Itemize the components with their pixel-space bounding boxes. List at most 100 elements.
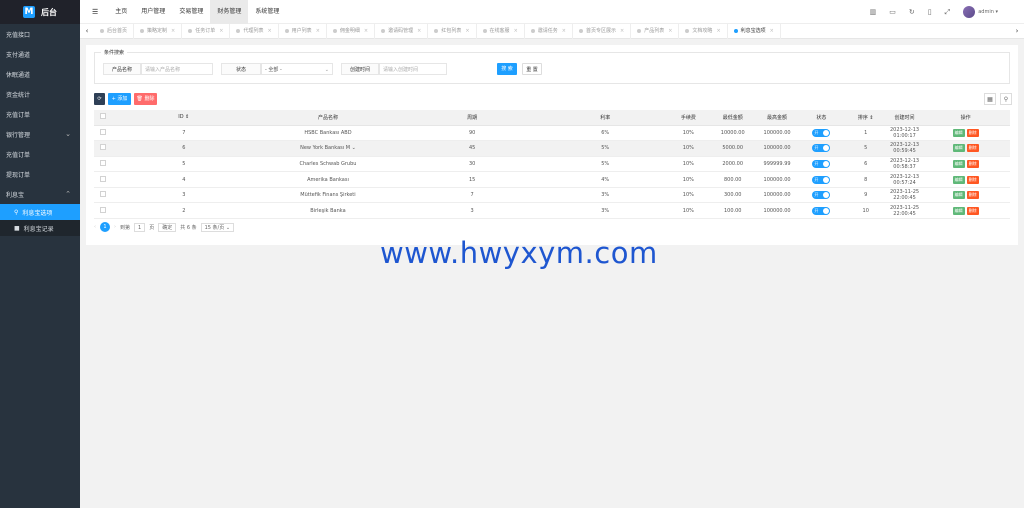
status-select[interactable]: - 全部 - ⌄ (261, 63, 333, 75)
row-checkbox[interactable] (99, 191, 106, 198)
close-icon[interactable]: × (267, 28, 271, 34)
edit-button[interactable]: 编辑 (952, 206, 965, 215)
tab-item[interactable]: 邀请码管理 × (375, 24, 429, 39)
tab-item[interactable]: 用户列表 × (279, 24, 327, 39)
refresh-button[interactable]: ⟳ (94, 93, 105, 105)
sidebar-subitem[interactable]: ⚲ 利息宝选项 (0, 204, 80, 220)
delete-row-button[interactable]: 删除 (966, 191, 979, 200)
close-icon[interactable]: × (716, 28, 720, 34)
status-switch[interactable]: 开 (812, 175, 831, 184)
row-checkbox-cell[interactable] (94, 202, 112, 220)
brand[interactable]: M 后台 (0, 0, 80, 24)
tabs-left-arrow-icon[interactable]: ‹ (80, 24, 94, 39)
menu-toggle-icon[interactable]: ☰ (92, 8, 98, 16)
user-menu[interactable]: admin ▾ (963, 6, 998, 18)
row-checkbox[interactable] (99, 175, 106, 182)
delete-row-button[interactable]: 删除 (966, 128, 979, 137)
mobile-icon[interactable]: ▯ (928, 8, 932, 16)
top-nav-item[interactable]: 财务管理 (210, 0, 249, 24)
tab-item[interactable]: 佣金明细 × (327, 24, 376, 39)
row-checkbox[interactable] (99, 159, 106, 166)
created-time-input[interactable]: 请输入创建时间 (379, 63, 447, 75)
close-icon[interactable]: × (668, 28, 672, 34)
tab-item[interactable]: 策略定制 × (134, 24, 183, 39)
tab-item[interactable]: 邀请任务 × (525, 24, 573, 39)
row-checkbox[interactable] (99, 128, 106, 135)
tab-item[interactable]: 在线客服 × (477, 24, 525, 39)
sidebar-item[interactable]: 利息宝 ⌃ (0, 184, 80, 204)
top-nav-item[interactable]: 主页 (108, 0, 134, 24)
goto-confirm-button[interactable]: 确定 (158, 222, 177, 232)
edit-button[interactable]: 编辑 (952, 128, 965, 137)
next-page-icon[interactable]: › (114, 224, 116, 230)
tab-item[interactable]: 任务订单 × (182, 24, 231, 39)
edit-button[interactable]: 编辑 (952, 191, 965, 200)
sidebar-item[interactable]: 银行管理 ⌄ (0, 124, 80, 144)
delete-row-button[interactable]: 删除 (966, 206, 979, 215)
sidebar-item[interactable]: 资金统计 (0, 84, 80, 104)
row-checkbox-cell[interactable] (94, 171, 112, 188)
row-checkbox-cell[interactable] (94, 187, 112, 204)
columns-icon[interactable]: ▦ (984, 93, 996, 105)
sidebar-item[interactable]: 提现订单 (0, 164, 80, 184)
add-button[interactable]: + 添加 (108, 93, 131, 105)
tab-item[interactable]: 文档攻略 × (679, 24, 728, 39)
row-checkbox-cell[interactable] (94, 156, 112, 173)
delete-row-button[interactable]: 删除 (966, 159, 979, 168)
search-icon[interactable]: ⚲ (1000, 93, 1012, 105)
tab-item[interactable]: 代理列表 × (230, 24, 279, 39)
sidebar-item[interactable]: 支付通道 (0, 44, 80, 64)
tabs-right-arrow-icon[interactable]: › (1010, 24, 1024, 39)
page-current[interactable]: 1 (100, 222, 110, 232)
status-switch[interactable]: 开 (812, 191, 831, 200)
row-checkbox[interactable] (99, 144, 106, 151)
top-nav-item[interactable]: 用户管理 (134, 0, 172, 24)
close-icon[interactable]: × (171, 28, 175, 34)
goto-page-input[interactable]: 1 (134, 222, 146, 232)
status-switch[interactable]: 开 (812, 128, 831, 137)
top-nav-item[interactable]: 系统管理 (248, 0, 286, 24)
close-icon[interactable]: × (364, 28, 368, 34)
chart-icon[interactable]: ▥ (870, 8, 877, 16)
close-icon[interactable]: × (316, 28, 320, 34)
sidebar-subitem[interactable]: ■ 利息宝记录 (0, 220, 80, 236)
delete-row-button[interactable]: 删除 (966, 175, 979, 184)
row-checkbox[interactable] (99, 206, 106, 213)
sidebar-item[interactable]: 充值接口 (0, 24, 80, 44)
edit-button[interactable]: 编辑 (952, 159, 965, 168)
sidebar-item[interactable]: 充值订单 (0, 144, 80, 164)
close-icon[interactable]: × (562, 28, 566, 34)
delete-button[interactable]: 🗑 删除 (134, 93, 157, 105)
sidebar-item[interactable]: 休眠通道 (0, 64, 80, 84)
select-all-checkbox[interactable] (94, 110, 112, 126)
per-page-select[interactable]: 15 条/页 ⌄ (200, 222, 235, 232)
close-icon[interactable]: × (219, 28, 223, 34)
top-nav-item[interactable]: 交易管理 (172, 0, 210, 24)
product-name-input[interactable]: 请输入产品名称 (141, 63, 213, 75)
close-icon[interactable]: × (770, 28, 774, 34)
close-icon[interactable]: × (417, 28, 421, 34)
status-switch[interactable]: 开 (812, 206, 831, 215)
close-icon[interactable]: × (620, 28, 624, 34)
status-switch[interactable]: 开 (812, 159, 831, 168)
edit-button[interactable]: 编辑 (952, 175, 965, 184)
row-checkbox-cell[interactable] (94, 125, 112, 142)
row-checkbox-cell[interactable] (94, 140, 112, 157)
tab-item[interactable]: 后台首页 (94, 24, 135, 39)
prev-page-icon[interactable]: ‹ (94, 224, 96, 230)
edit-button[interactable]: 编辑 (952, 144, 965, 153)
close-icon[interactable]: × (465, 28, 469, 34)
tab-item[interactable]: 红包列表 × (428, 24, 477, 39)
window-icon[interactable]: ▭ (889, 8, 896, 16)
reset-button[interactable]: 重 置 (522, 63, 542, 75)
tab-item[interactable]: 首页专区展示 × (573, 24, 632, 39)
search-button[interactable]: 搜 索 (497, 63, 517, 75)
tab-item[interactable]: 利息宝选项 × (728, 24, 781, 39)
checkbox[interactable] (99, 113, 106, 120)
close-icon[interactable]: × (514, 28, 518, 34)
delete-row-button[interactable]: 删除 (966, 144, 979, 153)
refresh-icon[interactable]: ↻ (909, 8, 915, 16)
tab-item[interactable]: 产品列表 × (631, 24, 680, 39)
sidebar-item[interactable]: 充值订单 (0, 104, 80, 124)
status-switch[interactable]: 开 (812, 144, 831, 153)
